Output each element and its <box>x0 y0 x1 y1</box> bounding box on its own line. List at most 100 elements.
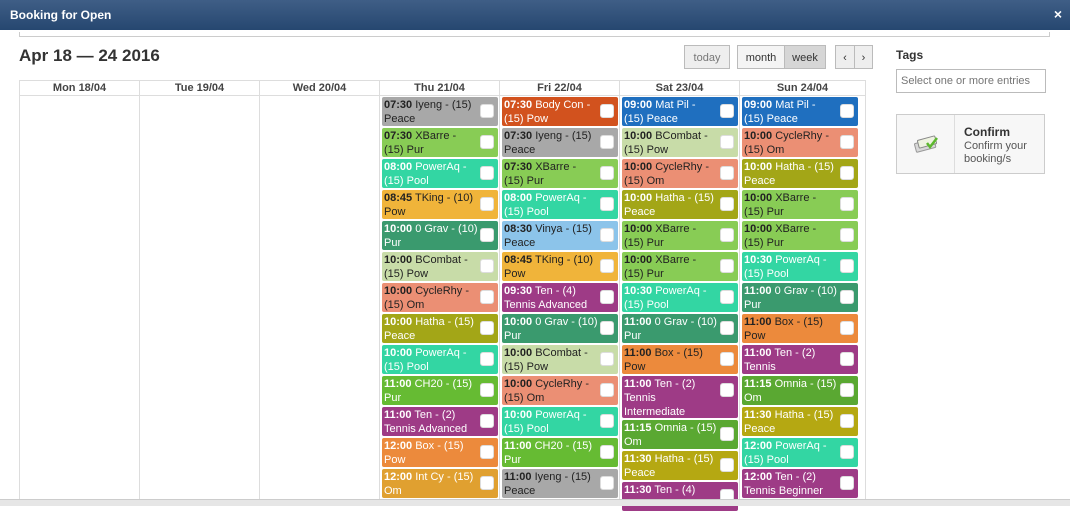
event-block[interactable]: 10:00 XBarre - (15) Pur <box>742 190 858 219</box>
event-checkbox[interactable] <box>600 228 614 242</box>
month-view-button[interactable]: month <box>737 45 785 69</box>
event-checkbox[interactable] <box>600 414 614 428</box>
event-block[interactable]: 10:00 CycleRhy - (15) Om <box>742 128 858 157</box>
event-checkbox[interactable] <box>720 197 734 211</box>
event-block[interactable]: 12:00 Int Cy - (15) Om <box>382 469 498 498</box>
event-checkbox[interactable] <box>480 383 494 397</box>
event-checkbox[interactable] <box>720 166 734 180</box>
event-checkbox[interactable] <box>840 321 854 335</box>
event-block[interactable]: 10:00 XBarre - (15) Pur <box>742 221 858 250</box>
event-checkbox[interactable] <box>720 458 734 472</box>
event-block[interactable]: 10:00 CycleRhy - (15) Om <box>622 159 738 188</box>
event-block[interactable]: 10:00 BCombat - (15) Pow <box>382 252 498 281</box>
event-block[interactable]: 09:00 Mat Pil - (15) Peace <box>622 97 738 126</box>
event-block[interactable]: 07:30 Iyeng - (15) Peace <box>382 97 498 126</box>
event-block[interactable]: 10:00 PowerAq - (15) Pool <box>382 345 498 374</box>
event-block[interactable]: 10:00 PowerAq - (15) Pool <box>502 407 618 436</box>
event-checkbox[interactable] <box>840 197 854 211</box>
today-button[interactable]: today <box>684 45 730 69</box>
event-block[interactable]: 11:15 Omnia - (15) Om <box>622 420 738 449</box>
event-block[interactable]: 07:30 Body Con - (15) Pow <box>502 97 618 126</box>
event-checkbox[interactable] <box>840 352 854 366</box>
event-checkbox[interactable] <box>720 383 734 397</box>
next-week-button[interactable]: › <box>854 45 873 69</box>
event-checkbox[interactable] <box>720 228 734 242</box>
event-block[interactable]: 07:30 Iyeng - (15) Peace <box>502 128 618 157</box>
event-block[interactable]: 11:00 CH20 - (15) Pur <box>382 376 498 405</box>
event-checkbox[interactable] <box>480 135 494 149</box>
event-checkbox[interactable] <box>600 476 614 490</box>
event-block[interactable]: 10:00 CycleRhy - (15) Om <box>502 376 618 405</box>
event-checkbox[interactable] <box>600 104 614 118</box>
event-block[interactable]: 11:30 Hatha - (15) Peace <box>622 451 738 480</box>
event-checkbox[interactable] <box>840 445 854 459</box>
event-block[interactable]: 11:00 0 Grav - (10) Pur <box>622 314 738 343</box>
event-checkbox[interactable] <box>840 414 854 428</box>
event-block[interactable]: 07:30 XBarre - (15) Pur <box>502 159 618 188</box>
confirm-booking-button[interactable]: Confirm Confirm your booking/s <box>896 114 1045 174</box>
event-checkbox[interactable] <box>720 135 734 149</box>
event-checkbox[interactable] <box>480 476 494 490</box>
event-block[interactable]: 10:30 PowerAq - (15) Pool <box>742 252 858 281</box>
event-block[interactable]: 10:00 CycleRhy - (15) Om <box>382 283 498 312</box>
event-checkbox[interactable] <box>480 352 494 366</box>
event-block[interactable]: 11:00 Ten - (2) Tennis Intermediate <box>742 345 858 374</box>
event-block[interactable]: 10:00 Hatha - (15) Peace <box>382 314 498 343</box>
event-checkbox[interactable] <box>720 352 734 366</box>
event-block[interactable]: 12:00 Ten - (2) Tennis Beginner <box>742 469 858 498</box>
event-block[interactable]: 12:00 Box - (15) Pow <box>382 438 498 467</box>
event-checkbox[interactable] <box>840 259 854 273</box>
event-checkbox[interactable] <box>720 259 734 273</box>
tags-input[interactable] <box>896 69 1046 93</box>
event-block[interactable]: 10:00 BCombat - (15) Pow <box>622 128 738 157</box>
event-checkbox[interactable] <box>600 445 614 459</box>
event-checkbox[interactable] <box>480 228 494 242</box>
event-block[interactable]: 11:00 Ten - (2) Tennis Advanced <box>382 407 498 436</box>
event-block[interactable]: 11:30 Hatha - (15) Peace <box>742 407 858 436</box>
event-block[interactable]: 08:00 PowerAq - (15) Pool <box>382 159 498 188</box>
event-checkbox[interactable] <box>600 321 614 335</box>
event-checkbox[interactable] <box>840 135 854 149</box>
event-block[interactable]: 08:30 Vinya - (15) Peace <box>502 221 618 250</box>
event-block[interactable]: 11:00 Iyeng - (15) Peace <box>502 469 618 498</box>
event-block[interactable]: 07:30 XBarre - (15) Pur <box>382 128 498 157</box>
event-block[interactable]: 10:00 XBarre - (15) Pur <box>622 221 738 250</box>
event-checkbox[interactable] <box>840 290 854 304</box>
event-checkbox[interactable] <box>600 166 614 180</box>
event-checkbox[interactable] <box>840 104 854 118</box>
close-icon[interactable]: × <box>1054 6 1062 22</box>
prev-week-button[interactable]: ‹ <box>835 45 855 69</box>
event-block[interactable]: 09:00 Mat Pil - (15) Peace <box>742 97 858 126</box>
event-checkbox[interactable] <box>840 383 854 397</box>
event-block[interactable]: 10:00 0 Grav - (10) Pur <box>382 221 498 250</box>
event-block[interactable]: 11:15 Omnia - (15) Om <box>742 376 858 405</box>
event-checkbox[interactable] <box>720 321 734 335</box>
event-checkbox[interactable] <box>840 166 854 180</box>
event-block[interactable]: 11:30 Ten - (4) <box>622 482 738 511</box>
event-block[interactable]: 10:00 BCombat - (15) Pow <box>502 345 618 374</box>
event-checkbox[interactable] <box>600 290 614 304</box>
event-checkbox[interactable] <box>480 445 494 459</box>
event-checkbox[interactable] <box>600 383 614 397</box>
event-block[interactable]: 09:30 Ten - (4) Tennis Advanced <box>502 283 618 312</box>
event-checkbox[interactable] <box>480 104 494 118</box>
event-checkbox[interactable] <box>480 321 494 335</box>
event-block[interactable]: 10:00 Hatha - (15) Peace <box>622 190 738 219</box>
event-block[interactable]: 08:45 TKing - (10) Pow <box>382 190 498 219</box>
event-checkbox[interactable] <box>480 166 494 180</box>
event-block[interactable]: 11:00 CH20 - (15) Pur <box>502 438 618 467</box>
event-checkbox[interactable] <box>720 427 734 441</box>
event-block[interactable]: 08:45 TKing - (10) Pow <box>502 252 618 281</box>
event-block[interactable]: 11:00 Box - (15) Pow <box>742 314 858 343</box>
event-checkbox[interactable] <box>480 290 494 304</box>
event-checkbox[interactable] <box>600 135 614 149</box>
event-block[interactable]: 12:00 PowerAq - (15) Pool <box>742 438 858 467</box>
event-checkbox[interactable] <box>480 259 494 273</box>
event-checkbox[interactable] <box>840 476 854 490</box>
event-checkbox[interactable] <box>720 290 734 304</box>
event-checkbox[interactable] <box>600 259 614 273</box>
event-block[interactable]: 10:00 XBarre - (15) Pur <box>622 252 738 281</box>
event-block[interactable]: 11:00 Ten - (2) Tennis Intermediate <box>622 376 738 418</box>
event-block[interactable]: 10:00 0 Grav - (10) Pur <box>502 314 618 343</box>
event-block[interactable]: 10:00 Hatha - (15) Peace <box>742 159 858 188</box>
